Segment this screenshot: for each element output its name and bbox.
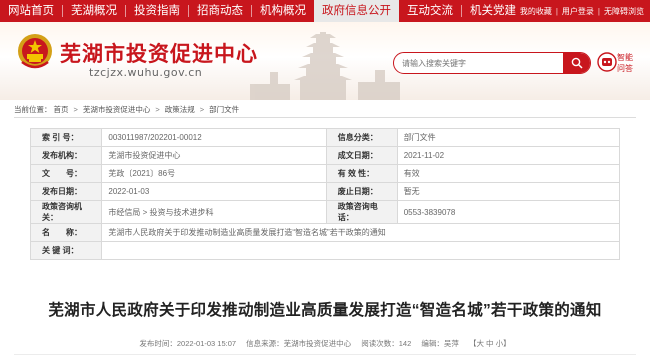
nav-item-news[interactable]: 招商动态	[189, 0, 251, 22]
policy-contact-value: 市经信局 > 投资与技术进步科	[101, 200, 327, 224]
breadcrumb-dept-docs[interactable]: 部门文件	[209, 104, 239, 115]
doc-number-label: 文 号：	[29, 164, 103, 183]
nav-item-investment-guide[interactable]: 投资指南	[126, 0, 188, 22]
search-button[interactable]	[563, 53, 590, 73]
nav-item-gov-info[interactable]: 政府信息公开	[314, 0, 399, 22]
table-row: 发布机构： 芜湖市投资促进中心 成文日期： 2021-11-02	[29, 146, 621, 165]
assistant-robot-icon[interactable]	[597, 52, 617, 72]
policy-contact-label: 政策咨询机关：	[29, 200, 103, 224]
created-date-label: 成文日期：	[325, 146, 398, 165]
breadcrumb-prefix: 当前位置：	[14, 104, 52, 114]
table-row: 政策咨询机关： 市经信局 > 投资与技术进步科 政策咨询电话： 0553-383…	[29, 200, 621, 224]
search-icon	[571, 57, 583, 69]
info-source: 信息来源：芜湖市投资促进中心	[246, 339, 352, 348]
index-value: 003011987/202201-00012	[101, 128, 327, 147]
nav-item-interaction[interactable]: 互动交流	[399, 0, 461, 22]
top-nav: 网站首页 芜湖概况 投资指南 招商动态 机构概况 政府信息公开 互动交流 机关党…	[0, 0, 650, 22]
info-category-value: 部门文件	[396, 128, 621, 147]
breadcrumb: 当前位置： 首页 > 芜湖市投资促进中心 > 政策法规 > 部门文件	[14, 103, 241, 115]
doc-name-value: 芜湖市人民政府关于印发推动制造业高质量发展打造“智造名城”若干政策的通知	[101, 223, 620, 242]
publish-date-value: 2022-01-03	[101, 182, 327, 201]
login-link[interactable]: 用户登录	[562, 6, 594, 17]
editor: 编辑：吴萍	[421, 339, 459, 348]
nav-item-home[interactable]: 网站首页	[0, 0, 62, 22]
breadcrumb-separator: >	[155, 104, 160, 114]
font-size-switcher[interactable]: 【大 中 小】	[469, 339, 511, 348]
assistant-label[interactable]: 智能问答	[617, 52, 637, 74]
table-row: 文 号： 芜政〔2021〕86号 有 效 性： 有效	[29, 164, 621, 183]
abolish-date-label: 废止日期：	[325, 182, 398, 201]
site-title: 芜湖市投资促进中心	[60, 43, 258, 66]
issuer-label: 发布机构：	[29, 146, 103, 165]
divider	[14, 354, 636, 355]
breadcrumb-center[interactable]: 芜湖市投资促进中心	[83, 104, 151, 115]
table-row: 索 引 号： 003011987/202201-00012 信息分类： 部门文件	[29, 128, 621, 147]
nav-item-party-building[interactable]: 机关党建	[462, 0, 524, 22]
nav-item-organization[interactable]: 机构概况	[252, 0, 314, 22]
table-row: 关 键 词：	[29, 241, 620, 260]
validity-value: 有效	[396, 164, 621, 183]
doc-number-value: 芜政〔2021〕86号	[101, 164, 327, 183]
issuer-value: 芜湖市投资促进中心	[101, 146, 327, 165]
table-row: 发布日期： 2022-01-03 废止日期： 暂无	[29, 182, 621, 201]
document-info-table: 索 引 号： 003011987/202201-00012 信息分类： 部门文件…	[29, 128, 621, 260]
divider	[14, 117, 636, 118]
pagoda-skyline-illustration	[250, 32, 400, 100]
accessibility-link[interactable]: 无障碍浏览	[604, 6, 644, 17]
keyword-value	[101, 241, 620, 260]
national-emblem-icon	[18, 34, 52, 69]
keyword-label: 关 键 词：	[29, 241, 103, 260]
abolish-date-value: 暂无	[396, 182, 621, 201]
favorites-link[interactable]: 我的收藏	[520, 6, 552, 17]
site-header: 芜湖市投资促进中心 tzcjzx.wuhu.gov.cn 智能问答	[0, 22, 650, 100]
validity-label: 有 效 性：	[325, 164, 398, 183]
breadcrumb-separator: >	[73, 104, 78, 114]
search-box	[393, 52, 591, 74]
article-meta: 发布时间：2022-01-03 15:07 信息来源：芜湖市投资促进中心 阅读次…	[0, 338, 650, 349]
created-date-value: 2021-11-02	[396, 146, 621, 165]
policy-phone-value: 0553-3839078	[396, 200, 621, 224]
breadcrumb-policies[interactable]: 政策法规	[165, 104, 195, 115]
site-url: tzcjzx.wuhu.gov.cn	[89, 66, 203, 79]
util-separator: |	[555, 6, 558, 16]
breadcrumb-separator: >	[199, 104, 205, 114]
util-separator: |	[597, 6, 600, 16]
view-count: 阅读次数：142	[361, 339, 412, 348]
doc-name-label: 名 称：	[29, 223, 103, 242]
table-row: 名 称： 芜湖市人民政府关于印发推动制造业高质量发展打造“智造名城”若干政策的通…	[29, 223, 620, 242]
article-title: 芜湖市人民政府关于印发推动制造业高质量发展打造“智造名城”若干政策的通知	[48, 302, 602, 319]
index-label: 索 引 号：	[29, 128, 103, 147]
policy-phone-label: 政策咨询电话：	[325, 200, 398, 224]
nav-item-overview[interactable]: 芜湖概况	[63, 0, 125, 22]
info-category-label: 信息分类：	[325, 128, 398, 147]
search-input[interactable]	[402, 53, 562, 73]
publish-date-label: 发布日期：	[29, 182, 103, 201]
breadcrumb-home[interactable]: 首页	[54, 104, 69, 115]
utility-links: 我的收藏 | 用户登录 | 无障碍浏览	[520, 0, 644, 22]
publish-time: 发布时间：2022-01-03 15:07	[139, 339, 237, 348]
